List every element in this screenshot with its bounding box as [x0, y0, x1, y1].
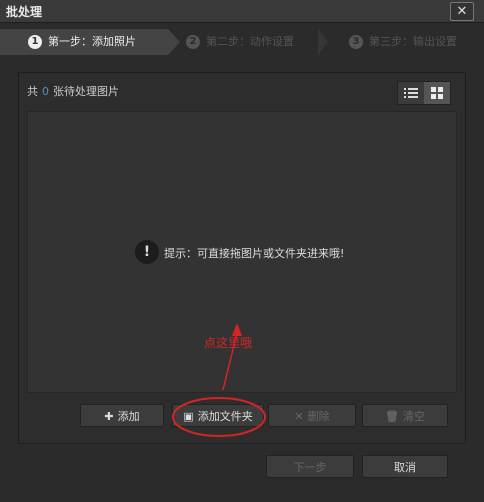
- drop-hint: 提示：可直接拖图片或文件夹进来哦!: [164, 247, 345, 260]
- step-2: 2 第二步：动作设置: [186, 29, 294, 55]
- count-prefix: 共: [27, 85, 38, 98]
- image-count: 共 0 张待处理图片: [27, 83, 119, 99]
- delete-button[interactable]: ✕ 删除: [268, 404, 356, 427]
- drop-area[interactable]: ! 提示：可直接拖图片或文件夹进来哦! 点这里哦: [27, 111, 457, 393]
- add-button-label: 添加: [117, 410, 140, 423]
- annotation-note: 点这里哦: [204, 336, 253, 350]
- list-view-icon: [404, 88, 418, 98]
- plus-icon: ✚: [104, 410, 114, 423]
- step-2-label: 第二步：动作设置: [206, 35, 294, 48]
- delete-button-label: 删除: [307, 410, 330, 423]
- close-button[interactable]: ✕: [450, 2, 474, 21]
- step-3: 3 第三步：输出设置: [349, 29, 457, 55]
- step-2-chevron: [318, 29, 328, 55]
- step-1-number: 1: [28, 35, 42, 49]
- view-toggle: [397, 81, 451, 105]
- trash-icon: 🗑: [385, 410, 399, 423]
- add-button[interactable]: ✚ 添加: [80, 404, 164, 427]
- add-folder-button[interactable]: ▣ 添加文件夹: [172, 404, 264, 427]
- count-value: 0: [42, 85, 49, 98]
- window-title: 批处理: [6, 5, 43, 19]
- step-2-number: 2: [186, 35, 200, 49]
- step-bar: 1 第一步：添加照片 2 第二步：动作设置 3 第三步：输出设置: [0, 29, 484, 55]
- next-button[interactable]: 下一步: [266, 455, 354, 478]
- title-bar: 批处理 ✕: [0, 0, 484, 23]
- photo-panel: 共 0 张待处理图片 ! 提示：可直接拖图片或文件夹进来哦! 点这里哦: [18, 72, 466, 444]
- grid-view-button[interactable]: [424, 82, 450, 104]
- step-1-chevron: [168, 29, 180, 55]
- clear-button[interactable]: 🗑 清空: [362, 404, 448, 427]
- delete-icon: ✕: [294, 410, 304, 423]
- cancel-button[interactable]: 取消: [362, 455, 448, 478]
- folder-add-icon: ▣: [183, 410, 194, 423]
- step-1-label: 第一步：添加照片: [48, 35, 136, 48]
- count-suffix: 张待处理图片: [53, 85, 119, 98]
- step-3-label: 第三步：输出设置: [369, 35, 457, 48]
- list-view-button[interactable]: [398, 82, 424, 104]
- step-3-number: 3: [349, 35, 363, 49]
- grid-view-icon: [431, 87, 443, 99]
- add-folder-button-label: 添加文件夹: [197, 410, 253, 423]
- cancel-button-label: 取消: [394, 461, 416, 474]
- clear-button-label: 清空: [402, 410, 425, 423]
- step-1: 1 第一步：添加照片: [0, 29, 168, 55]
- next-button-label: 下一步: [293, 461, 327, 474]
- close-icon: ✕: [456, 4, 468, 19]
- info-icon: !: [135, 240, 159, 264]
